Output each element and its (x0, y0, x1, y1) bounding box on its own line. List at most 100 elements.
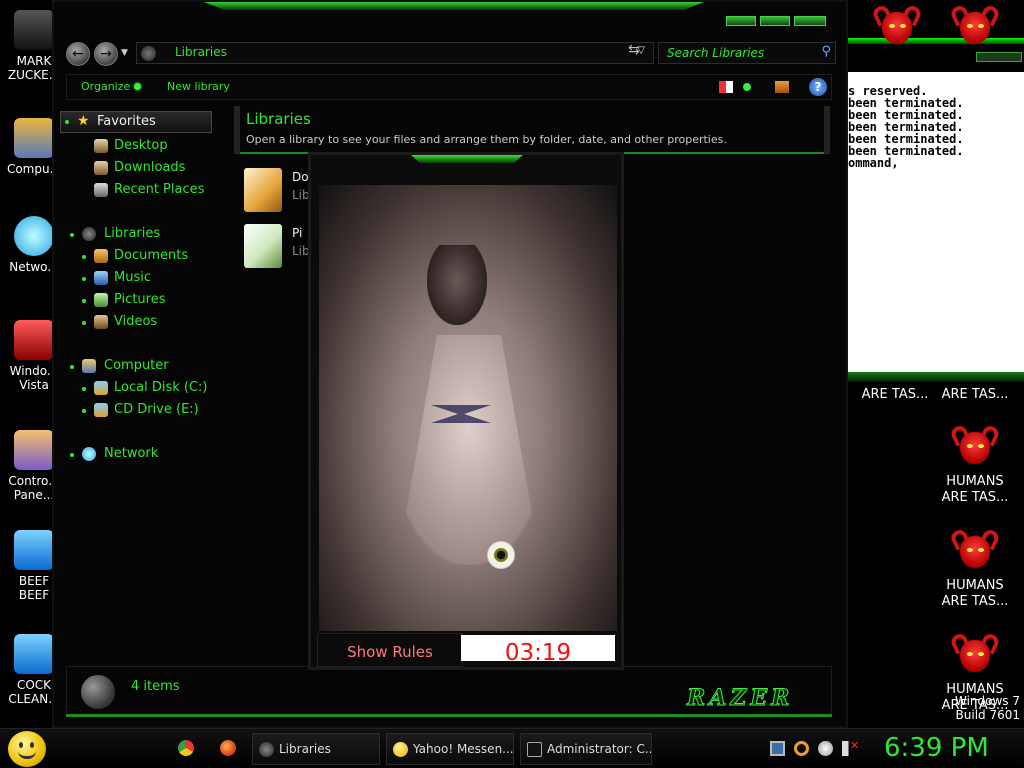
nav-label: Videos (114, 314, 158, 329)
cd-drive-icon (94, 403, 108, 417)
address-text: Libraries (175, 45, 227, 59)
organize-label: Organize (81, 80, 131, 93)
organize-dropdown-icon (134, 83, 142, 90)
smiley-icon-eye (30, 742, 34, 748)
demon-icon[interactable] (948, 527, 1002, 570)
help-icon[interactable]: ? (809, 78, 827, 96)
nav-favorites-selected[interactable]: ★ Favorites (60, 111, 212, 133)
firefox-icon[interactable] (220, 740, 236, 756)
photo-figure-head (427, 245, 487, 325)
nav-label: Favorites (97, 114, 156, 129)
demon-label: ARE TAS... (861, 387, 929, 402)
task-libraries[interactable]: Libraries (252, 733, 380, 765)
libraries-icon (141, 46, 156, 61)
nav-bullet-icon (82, 255, 86, 259)
pictures-library-icon (244, 224, 282, 268)
music-icon (94, 271, 108, 285)
demon-icon[interactable] (870, 3, 924, 46)
search-tray-icon[interactable] (794, 741, 809, 756)
control-panel-icon (14, 430, 54, 470)
demon-label: HUMANS ARE TAS... (941, 578, 1009, 609)
item-count: 4 items (131, 679, 180, 694)
minimize-button[interactable] (726, 16, 756, 26)
address-bar[interactable]: Libraries ▽ (136, 42, 654, 64)
messenger-tray-icon[interactable] (818, 741, 833, 756)
nav-label: Pictures (114, 292, 166, 307)
nav-label: Music (114, 270, 151, 285)
hard-drive-icon (94, 381, 108, 395)
demon-icon[interactable] (948, 423, 1002, 466)
search-box[interactable]: Search Libraries ⚲ (658, 42, 836, 64)
nav-bullet-icon (82, 277, 86, 281)
taskbar: Libraries Yahoo! Messen... Administrator… (0, 728, 1024, 768)
task-label: Administrator: C... (547, 742, 652, 756)
window-bottom-glow (66, 714, 832, 717)
nav-label: Network (104, 446, 159, 461)
watermark-line: Build 7601 (955, 708, 1020, 722)
organize-button[interactable]: Organize (81, 80, 142, 93)
view-dropdown-icon[interactable] (743, 83, 751, 91)
task-label: Libraries (279, 742, 331, 756)
close-button[interactable] (794, 16, 826, 26)
task-yahoo-messenger[interactable]: Yahoo! Messen... (386, 733, 514, 765)
nav-label: Documents (114, 248, 189, 263)
demon-icon[interactable] (948, 631, 1002, 674)
chrome-icon[interactable] (178, 740, 194, 756)
taskbar-clock[interactable]: 6:39 PM (884, 733, 989, 763)
show-rules-button[interactable]: Show Rules (317, 633, 463, 667)
preview-pane-icon[interactable] (775, 81, 789, 93)
back-button[interactable]: ← (66, 42, 90, 66)
nav-bullet-icon (70, 233, 74, 237)
yahoo-messenger-icon (393, 742, 408, 757)
nav-bullet-icon (82, 299, 86, 303)
search-icon[interactable]: ⚲ (821, 44, 831, 59)
task-command-prompt[interactable]: Administrator: C... (520, 733, 652, 765)
forward-button[interactable]: → (94, 42, 118, 66)
library-kind: Lib (292, 188, 310, 202)
library-name: Do (292, 170, 309, 184)
windows-build-watermark: Windows 7 Build 7601 (944, 694, 1020, 722)
task-label: Yahoo! Messen... (413, 742, 514, 756)
refresh-icon[interactable]: ⇆ (628, 42, 640, 58)
demon-label: ARE TAS... (941, 387, 1009, 402)
smiley-icon (19, 742, 23, 748)
view-options-icon[interactable] (719, 81, 733, 93)
maximize-button[interactable] (760, 16, 790, 26)
pictures-icon (94, 293, 108, 307)
game-popup[interactable]: Show Rules 03:19 (308, 152, 624, 670)
computer-icon (14, 118, 54, 158)
recent-pages-dropdown[interactable]: ▼ (121, 48, 128, 58)
start-button[interactable] (8, 731, 46, 767)
desktop-folder-icon (94, 139, 108, 153)
nav-label: Recent Places (114, 182, 205, 197)
libraries-large-icon (81, 675, 115, 709)
back-arrow-icon: ← (72, 46, 84, 62)
computer-icon (82, 359, 96, 373)
nav-label: Downloads (114, 160, 186, 175)
videos-icon (94, 315, 108, 329)
network-tray-icon[interactable] (770, 741, 785, 756)
nav-bullet-icon (70, 365, 74, 369)
volume-muted-icon[interactable]: ✕ (842, 739, 860, 756)
downloads-folder-icon (94, 161, 108, 175)
network-icon (82, 447, 96, 461)
console-window[interactable]: s reserved. been terminated. been termin… (846, 72, 1024, 372)
new-library-button[interactable]: New library (167, 80, 230, 93)
nav-bullet-icon (65, 120, 69, 124)
countdown-timer: 03:19 (461, 635, 615, 661)
document-icon (14, 530, 54, 570)
eyeball-target-icon[interactable] (487, 541, 515, 569)
nav-bullet-icon (82, 409, 86, 413)
console-minimize-button[interactable] (976, 52, 1022, 62)
content-title: Libraries (246, 110, 311, 128)
command-prompt-icon (527, 742, 542, 757)
window-controls (726, 16, 830, 28)
photo-figure-dress (397, 335, 541, 565)
demon-label: HUMANS ARE TAS... (941, 474, 1009, 505)
demon-icon[interactable] (948, 3, 1002, 46)
libraries-icon (259, 742, 274, 757)
nav-bullet-icon (82, 321, 86, 325)
documents-library-icon (244, 168, 282, 212)
recent-places-icon (94, 183, 108, 197)
mute-x-icon: ✕ (850, 739, 860, 752)
